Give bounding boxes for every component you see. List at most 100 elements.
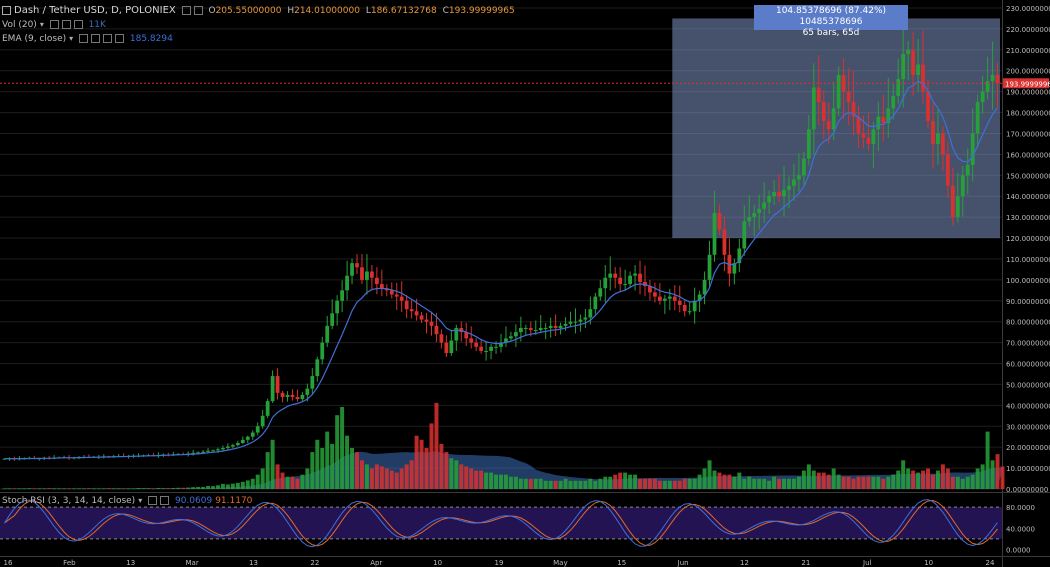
settings-icon[interactable] — [148, 496, 158, 505]
candle-body — [772, 192, 776, 197]
candle-body — [444, 342, 449, 354]
candle-body — [787, 185, 791, 190]
price-tick-label: 0.00000000 — [1006, 486, 1048, 494]
price-chart[interactable]: 193.99999965 0.00000000 10.00000000 20.0000… — [0, 0, 1050, 567]
volume-bar — [419, 439, 424, 489]
chevron-down-icon[interactable]: ▾ — [40, 20, 44, 29]
volume-bar — [866, 476, 871, 489]
time-tick-label: 21 — [801, 559, 810, 567]
candle-body — [921, 64, 925, 92]
volume-bar — [762, 478, 767, 489]
volume-value: 11K — [88, 20, 106, 30]
volume-bar — [230, 483, 235, 489]
volume-bar — [722, 474, 727, 489]
volume-bar — [444, 452, 449, 489]
volume-bar — [245, 480, 250, 489]
price-tick-label: 60.00000000 — [1006, 361, 1050, 369]
volume-bar — [975, 468, 980, 489]
volume-bar — [374, 464, 379, 489]
candle-body — [722, 229, 727, 255]
candle-body — [543, 327, 548, 329]
symbol-legend: Dash / Tether USD, D, POLONIEX O205.5500… — [2, 5, 518, 17]
candle-body — [221, 448, 225, 450]
settings-icon[interactable] — [181, 6, 191, 15]
hide-icon[interactable] — [193, 6, 203, 15]
measure-label[interactable]: 104.85378696 (87.42%) 10485378696 65 bar… — [754, 5, 908, 38]
volume-bar — [201, 486, 206, 489]
close-icon[interactable] — [103, 34, 113, 43]
volume-bar — [846, 476, 851, 489]
candle-body — [598, 288, 603, 297]
volume-bar — [409, 460, 414, 489]
candle-body — [712, 212, 717, 255]
volume-bar — [389, 470, 394, 489]
more-icon[interactable] — [115, 34, 125, 43]
candle-body — [578, 319, 583, 322]
close-icon[interactable] — [73, 20, 83, 29]
time-tick-label: Jul — [862, 559, 872, 567]
price-tick-label: 210.00000000 — [1006, 47, 1050, 55]
candle-body — [757, 208, 762, 213]
volume-bar — [861, 476, 866, 489]
volume-bar — [796, 476, 801, 489]
volume-bar — [647, 478, 652, 489]
candle-body — [250, 432, 255, 437]
candle-body — [608, 273, 613, 278]
candle-body — [424, 319, 429, 322]
candle-body — [280, 392, 285, 397]
volume-bar — [300, 474, 305, 489]
chevron-down-icon[interactable]: ▾ — [138, 496, 142, 505]
hide-icon[interactable] — [160, 496, 170, 505]
volume-bar — [985, 431, 990, 489]
volume-bar — [484, 472, 489, 489]
volume-bar — [355, 452, 359, 489]
hide-icon[interactable] — [91, 34, 101, 43]
candle-body — [399, 296, 404, 301]
candle-body — [300, 394, 305, 400]
volume-bar — [782, 478, 787, 489]
volume-bar — [856, 476, 861, 489]
time-tick-label: 22 — [310, 559, 319, 567]
price-tick-label: 90.00000000 — [1006, 298, 1050, 306]
volume-bar — [871, 476, 876, 489]
candle-body — [876, 116, 881, 130]
volume-bar — [652, 478, 657, 489]
hide-icon[interactable] — [61, 20, 71, 29]
candle-body — [901, 54, 906, 80]
volume-bar — [379, 466, 384, 489]
volume-bar — [970, 474, 975, 489]
candle-body — [325, 325, 330, 343]
measure-bars: 65 bars, 65d — [802, 28, 860, 38]
settings-icon[interactable] — [79, 34, 89, 43]
candle-body — [941, 133, 945, 155]
price-tick-label: 70.00000000 — [1006, 340, 1050, 348]
volume-bar — [747, 476, 752, 489]
volume-bar — [826, 474, 831, 489]
candle-body — [320, 342, 325, 360]
price-tick-label: 150.00000000 — [1006, 172, 1050, 180]
candle-body — [881, 116, 886, 124]
candle-body — [995, 74, 1000, 84]
candle-body — [762, 202, 767, 209]
candle-body — [285, 394, 290, 397]
candle-body — [662, 298, 667, 301]
candle-body — [806, 129, 811, 159]
candle-body — [206, 450, 210, 452]
volume-bar — [116, 488, 121, 490]
volume-bar — [707, 460, 712, 489]
candle-body — [255, 426, 260, 433]
collapse-icon[interactable] — [2, 6, 11, 15]
candle-body — [330, 313, 335, 326]
volume-bar — [151, 488, 156, 490]
stoch-k-value: 90.0609 — [174, 496, 213, 506]
volume-bar — [434, 402, 439, 489]
volume-bar — [330, 443, 335, 489]
volume-bar — [27, 488, 32, 489]
chevron-down-icon[interactable]: ▾ — [69, 34, 73, 43]
volume-bar — [240, 481, 245, 489]
volume-bar — [777, 478, 782, 489]
candle-body — [653, 292, 657, 297]
candle-body — [677, 300, 682, 305]
settings-icon[interactable] — [49, 20, 59, 29]
candle-body — [265, 401, 270, 416]
